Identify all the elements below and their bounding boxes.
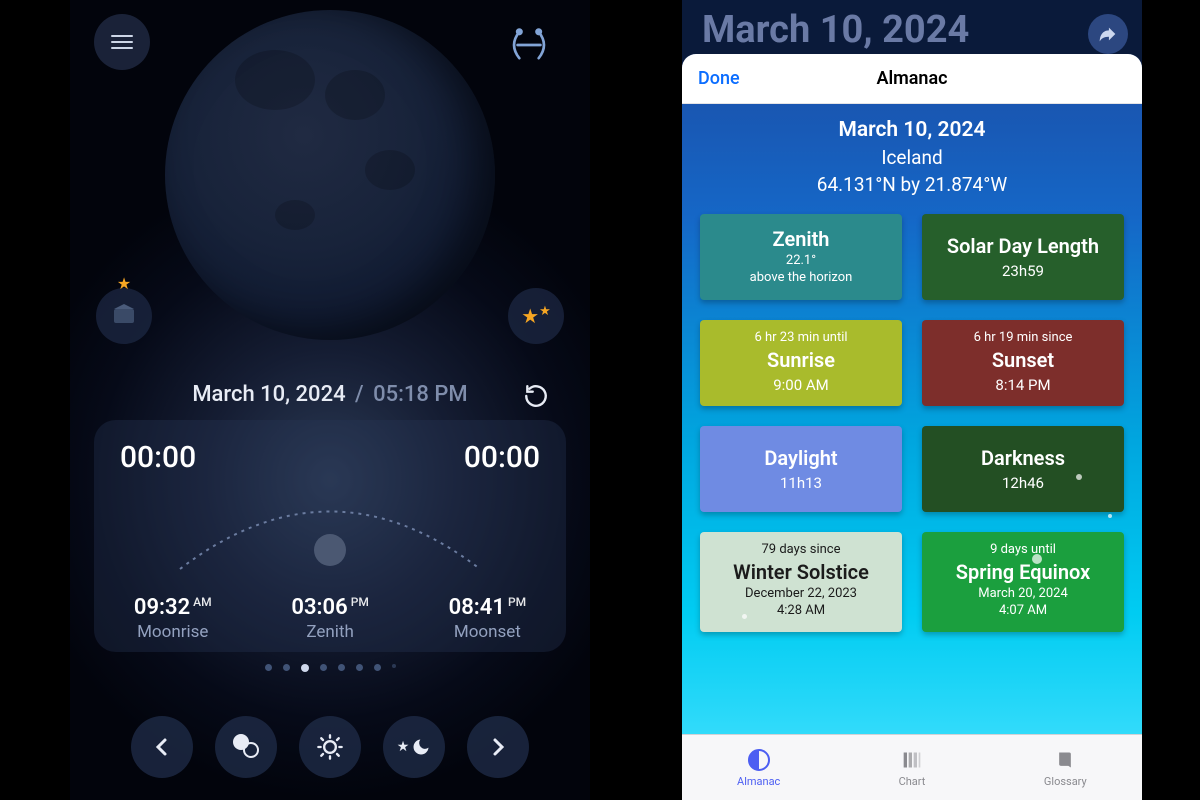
- share-icon: [1097, 23, 1119, 45]
- page-indicator[interactable]: [70, 664, 590, 672]
- box-icon: [114, 309, 134, 323]
- zenith-event: 03:06PM Zenith: [291, 595, 368, 642]
- location-block: March 10, 2024 Iceland 64.131°N by 21.87…: [700, 118, 1124, 196]
- almanac-coords: 64.131°N by 21.874°W: [700, 173, 1124, 196]
- pisces-icon[interactable]: [504, 20, 554, 70]
- reset-time-button[interactable]: [518, 378, 554, 414]
- star-moon-icon: ★: [397, 737, 432, 757]
- tab-chart[interactable]: Chart: [835, 735, 988, 800]
- stars-button[interactable]: ★★: [508, 288, 564, 344]
- chevron-left-icon: [150, 735, 174, 759]
- tile-sunrise[interactable]: 6 hr 23 min until Sunrise 9:00 AM: [700, 320, 902, 406]
- chart-tab-icon: [899, 747, 925, 773]
- hamburger-icon: [111, 31, 133, 53]
- menu-button[interactable]: [94, 14, 150, 70]
- stars-icon: ★★: [521, 304, 551, 328]
- current-time: 05:18 PM: [373, 382, 468, 407]
- tile-solar-day-length[interactable]: Solar Day Length 23h59: [922, 214, 1124, 300]
- almanac-place: Iceland: [700, 146, 1124, 169]
- almanac-date: March 10, 2024: [700, 118, 1124, 142]
- bottom-tab-bar: Almanac Chart Glossary: [682, 734, 1142, 800]
- reset-icon: [523, 383, 549, 409]
- arc-moon-marker[interactable]: [314, 534, 346, 566]
- moon-view-screen: ★ ★★ March 10, 2024 / 05:18 PM 00:00 00:…: [70, 0, 590, 800]
- tile-winter-solstice[interactable]: 79 days since Winter Solstice December 2…: [700, 532, 902, 632]
- tile-sunset[interactable]: 6 hr 19 min since Sunset 8:14 PM: [922, 320, 1124, 406]
- tile-spring-equinox[interactable]: 9 days until Spring Equinox March 20, 20…: [922, 532, 1124, 632]
- tile-daylight[interactable]: Daylight 11h13: [700, 426, 902, 512]
- chevron-right-icon: [486, 735, 510, 759]
- arc-end-time: 00:00: [464, 440, 540, 475]
- tile-zenith[interactable]: Zenith 22.1° above the horizon: [700, 214, 902, 300]
- phase-button[interactable]: [215, 716, 277, 778]
- sun-icon: [316, 733, 344, 761]
- tile-darkness[interactable]: Darkness 12h46: [922, 426, 1124, 512]
- favorites-box-button[interactable]: ★: [96, 288, 152, 344]
- almanac-screen: March 10, 2024 Done Almanac March 10, 20…: [682, 0, 1142, 800]
- prev-day-button[interactable]: [131, 716, 193, 778]
- almanac-tiles-grid: Zenith 22.1° above the horizon Solar Day…: [700, 214, 1124, 632]
- moonset-event: 08:41PM Moonset: [449, 595, 526, 642]
- almanac-tab-icon: [746, 747, 772, 773]
- arc-start-time: 00:00: [120, 440, 196, 475]
- star-icon: ★: [117, 274, 131, 293]
- date-time-row[interactable]: March 10, 2024 / 05:18 PM: [70, 382, 590, 407]
- moon-arc-panel: 00:00 00:00 09:32AM Moonrise 03:06PM Zen…: [94, 420, 566, 652]
- next-day-button[interactable]: [467, 716, 529, 778]
- sheet-header: Done Almanac: [682, 54, 1142, 104]
- tab-glossary[interactable]: Glossary: [989, 735, 1142, 800]
- moon-illustration: [165, 10, 495, 340]
- glossary-tab-icon: [1052, 747, 1078, 773]
- night-favorite-button[interactable]: ★: [383, 716, 445, 778]
- tab-almanac[interactable]: Almanac: [682, 735, 835, 800]
- share-button[interactable]: [1088, 14, 1128, 54]
- sheet-body[interactable]: March 10, 2024 Iceland 64.131°N by 21.87…: [682, 104, 1142, 734]
- done-button[interactable]: Done: [698, 68, 740, 89]
- date-time-separator: /: [355, 382, 364, 407]
- almanac-sheet: Done Almanac March 10, 2024 Iceland 64.1…: [682, 54, 1142, 800]
- current-date: March 10, 2024: [192, 382, 345, 407]
- sun-button[interactable]: [299, 716, 361, 778]
- bottom-toolbar: ★: [70, 716, 590, 778]
- sheet-title: Almanac: [876, 68, 947, 89]
- moonrise-event: 09:32AM Moonrise: [134, 595, 212, 642]
- moon-phase-icon: [233, 734, 259, 760]
- background-date-title: March 10, 2024: [702, 8, 969, 52]
